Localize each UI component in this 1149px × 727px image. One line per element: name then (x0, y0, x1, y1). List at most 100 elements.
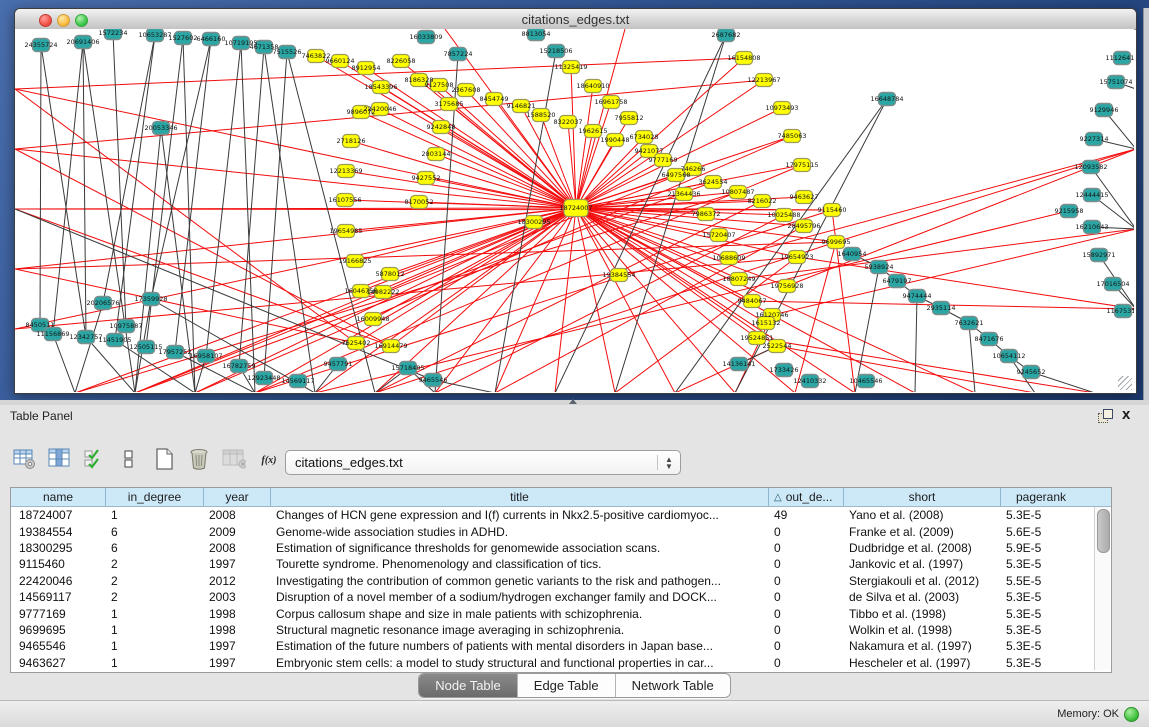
delete-table-icon[interactable] (187, 446, 211, 472)
panel-title: Table Panel (10, 409, 73, 423)
graph-node-label: 8813054 (522, 30, 551, 38)
graph-node-label: 16210643 (1075, 223, 1108, 231)
graph-node-label: 9699695 (822, 238, 851, 246)
table-row[interactable]: 1456911722003Disruption of a novel membe… (11, 589, 1111, 605)
table-cell: 9699695 (11, 623, 106, 637)
column-settings-icon[interactable] (47, 446, 71, 472)
table-cell: 2009 (204, 525, 271, 539)
graph-node-label: 1615132 (752, 319, 781, 327)
table-cell: Genome-wide association studies in ADHD. (271, 525, 769, 539)
table-cell: 1 (106, 607, 204, 621)
graph-node-label: 2687682 (712, 31, 741, 39)
float-panel-icon[interactable] (1098, 409, 1113, 422)
graph-node-label: 3175685 (435, 100, 464, 108)
column-header-pagerank[interactable]: pagerank (1001, 488, 1081, 506)
tab-node-table[interactable]: Node Table (419, 674, 518, 697)
graph-node-label: 746266 (681, 165, 706, 173)
graph-node-label: 12093582 (1074, 163, 1107, 171)
table-vertical-scrollbar[interactable] (1094, 507, 1110, 670)
graph-node-label: 16120746 (755, 311, 788, 319)
tab-network-table[interactable]: Network Table (616, 674, 730, 697)
network-desktop: citations_edges.txt 24355724206914061572… (0, 0, 1149, 400)
window-titlebar[interactable]: citations_edges.txt (15, 9, 1136, 30)
column-header-name[interactable]: name (11, 488, 106, 506)
graph-node-label: 11156869 (36, 330, 69, 338)
graph-node-label: 16648784 (870, 95, 903, 103)
scrollbar-thumb[interactable] (1097, 509, 1110, 553)
graph-node-label: 8471676 (975, 335, 1004, 343)
table-row[interactable]: 977716911998Corpus callosum shape and si… (11, 605, 1111, 621)
column-header-in_degree[interactable]: in_degree (106, 488, 204, 506)
graph-node-label: 14136141 (722, 360, 755, 368)
table-cell: 5.6E-5 (1001, 525, 1081, 539)
tab-edge-table[interactable]: Edge Table (518, 674, 616, 697)
table-row[interactable]: 2242004622012Investigating the contribut… (11, 573, 1111, 589)
graph-node-label: 10807487 (721, 188, 754, 196)
table-cell: 0 (769, 541, 844, 555)
graph-node-label: 2935114 (927, 304, 956, 312)
table-select-dropdown[interactable]: citations_edges.txt ▲▼ (285, 450, 681, 475)
table-options-icon[interactable] (12, 446, 36, 472)
graph-node-label: 17359928 (134, 295, 167, 303)
graph-node-label: 10025488 (767, 211, 800, 219)
memory-ok-indicator[interactable] (1124, 707, 1139, 722)
table-cell: 5.3E-5 (1001, 508, 1081, 522)
table-cell: Estimation of significance thresholds fo… (271, 541, 769, 555)
graph-node-label: 9215958 (1055, 207, 1084, 215)
column-header-title[interactable]: title (271, 488, 769, 506)
table-row[interactable]: 1938455462009Genome-wide association stu… (11, 523, 1111, 539)
new-table-icon[interactable] (152, 446, 176, 472)
window-resize-grip[interactable] (1118, 376, 1132, 390)
graph-node-label: 11451905 (98, 336, 131, 344)
table-cell: 9465546 (11, 639, 106, 653)
table-cell: 5.3E-5 (1001, 607, 1081, 621)
graph-node-label: 21364436 (667, 190, 700, 198)
table-cell: 5.3E-5 (1001, 623, 1081, 637)
table-cell: 5.3E-5 (1001, 590, 1081, 604)
graph-node-label: 16782759 (222, 362, 255, 370)
table-row[interactable]: 1872400712008Changes of HCN gene express… (11, 507, 1111, 523)
table-cell: 1998 (204, 623, 271, 637)
table-row[interactable]: 969969511998Structural magnetic resonanc… (11, 622, 1111, 638)
table-cell: 2 (106, 574, 204, 588)
collapse-panel-icon[interactable] (569, 399, 577, 404)
delete-column-icon[interactable] (222, 446, 246, 472)
select-columns-icon[interactable] (82, 446, 106, 472)
table-cell: 2012 (204, 574, 271, 588)
table-cell: 2 (106, 590, 204, 604)
table-cell: 1 (106, 639, 204, 653)
table-row[interactable]: 946554611997Estimation of the future num… (11, 638, 1111, 654)
network-view-window[interactable]: citations_edges.txt 24355724206914061572… (14, 8, 1137, 394)
graph-node-label: 18640910 (576, 82, 609, 90)
column-header-year[interactable]: year (204, 488, 271, 506)
graph-node-label: 16107556 (328, 196, 361, 204)
graph-node-label: 16009948 (356, 315, 389, 323)
network-canvas[interactable]: 2435572420691406157223410653287152760264… (15, 29, 1134, 392)
table-type-segmented-control: Node TableEdge TableNetwork Table (418, 673, 731, 698)
graph-node-label: 1588520 (527, 111, 556, 119)
close-panel-icon[interactable]: x (1122, 407, 1130, 422)
table-row[interactable]: 911546021997Tourette syndrome. Phenomeno… (11, 556, 1111, 572)
graph-node-label: 7986372 (692, 210, 721, 218)
table-row[interactable]: 946362711997Embryonic stem cells: a mode… (11, 655, 1111, 671)
graph-node-label: 9129946 (1090, 106, 1119, 114)
table-cell: 5.3E-5 (1001, 656, 1081, 670)
graph-node-label: 16914479 (374, 342, 407, 350)
table-select-value: citations_edges.txt (286, 455, 657, 470)
graph-node-label: 2718126 (337, 137, 366, 145)
function-builder-icon[interactable]: f(x) (257, 446, 281, 472)
column-header-short[interactable]: short (844, 488, 1001, 506)
row-height-icon[interactable] (117, 446, 141, 472)
graph-node-label: 8912954 (352, 64, 381, 72)
column-header-out_de[interactable]: △out_de... (769, 488, 844, 506)
table-cell: Corpus callosum shape and size in male p… (271, 607, 769, 621)
graph-node-label: 8450511 (26, 321, 55, 329)
table-row[interactable]: 1830029562008Estimation of significance … (11, 540, 1111, 556)
table-cell: 5.9E-5 (1001, 541, 1081, 555)
table-cell: 0 (769, 525, 844, 539)
graph-node-label: 2367608 (452, 86, 481, 94)
graph-node-label: 28495796 (787, 222, 820, 230)
graph-node-label: 6479197 (883, 277, 912, 285)
graph-node-label: 1527602 (169, 34, 198, 42)
graph-node-label: 7857224 (444, 50, 473, 58)
